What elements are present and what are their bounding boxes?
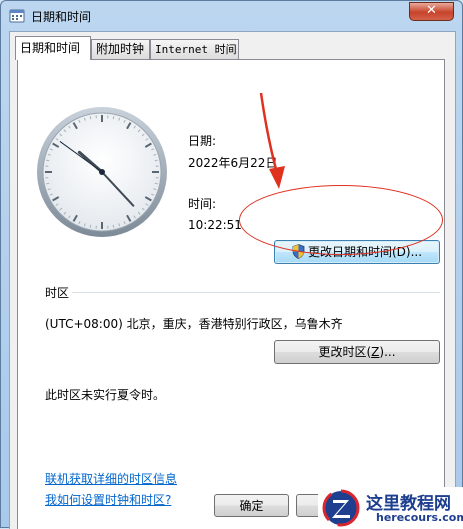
ok-button[interactable]: 确定 (214, 494, 289, 517)
clock-minute-tick (113, 116, 114, 119)
timezone-section-label: 时区 (45, 284, 69, 301)
annotation-ellipse (239, 185, 443, 255)
clock-center-pin (99, 169, 105, 175)
online-timezone-info-link[interactable]: 联机获取详细的时区信息 (45, 470, 177, 487)
date-time-dialog: 日期和时间 ✕ 日期和时间 附加时钟 Internet 时间 (0, 0, 463, 528)
tab-label: Internet 时间 (155, 43, 237, 56)
dst-note: 此时区未实行夏令时。 (45, 386, 165, 403)
date-label: 日期: (188, 132, 216, 149)
tab-label: 附加时钟 (96, 42, 144, 56)
tab-label: 日期和时间 (20, 41, 80, 55)
time-value: 10:22:51 (188, 218, 242, 232)
title-bar[interactable]: 日期和时间 ✕ (1, 1, 462, 31)
watermark-subtitle: herecours.com (376, 511, 463, 524)
clock-minute-tick (113, 225, 114, 228)
site-watermark: 这里教程网 herecours.com (318, 487, 463, 529)
tab-panel-date-time: 日期: 2022年6月22日 时间: 10:22:51 更改日期和时间(D)..… (17, 59, 445, 529)
tab-date-time[interactable]: 日期和时间 (15, 36, 91, 60)
clock-minute-tick (90, 225, 91, 228)
timezone-value: (UTC+08:00) 北京，重庆，香港特别行政区，乌鲁木齐 (45, 315, 343, 332)
tab-internet-time[interactable]: Internet 时间 (150, 39, 239, 59)
window-title: 日期和时间 (31, 8, 91, 25)
tab-additional-clocks[interactable]: 附加时钟 (91, 39, 150, 59)
close-button[interactable]: ✕ (409, 2, 454, 21)
close-icon: ✕ (426, 3, 437, 18)
clock-minute-tick (46, 183, 49, 184)
how-to-set-clock-link[interactable]: 我如何设置时钟和时区? (45, 491, 171, 508)
analog-clock (35, 105, 169, 239)
dialog-client-area: 日期和时间 附加时钟 Internet 时间 (9, 31, 456, 529)
change-timezone-label: 更改时区(Z)... (318, 345, 395, 359)
clock-minute-tick (46, 160, 49, 161)
date-time-app-icon (9, 8, 25, 24)
timezone-divider (72, 292, 440, 293)
change-timezone-button[interactable]: 更改时区(Z)... (274, 340, 440, 364)
time-label: 时间: (188, 195, 216, 212)
watermark-logo-icon (322, 489, 360, 527)
clock-minute-tick (90, 116, 91, 119)
annotation-arrow (255, 91, 295, 191)
clock-minute-tick (155, 160, 158, 161)
clock-minute-tick (155, 183, 158, 184)
ok-button-label: 确定 (239, 499, 263, 513)
